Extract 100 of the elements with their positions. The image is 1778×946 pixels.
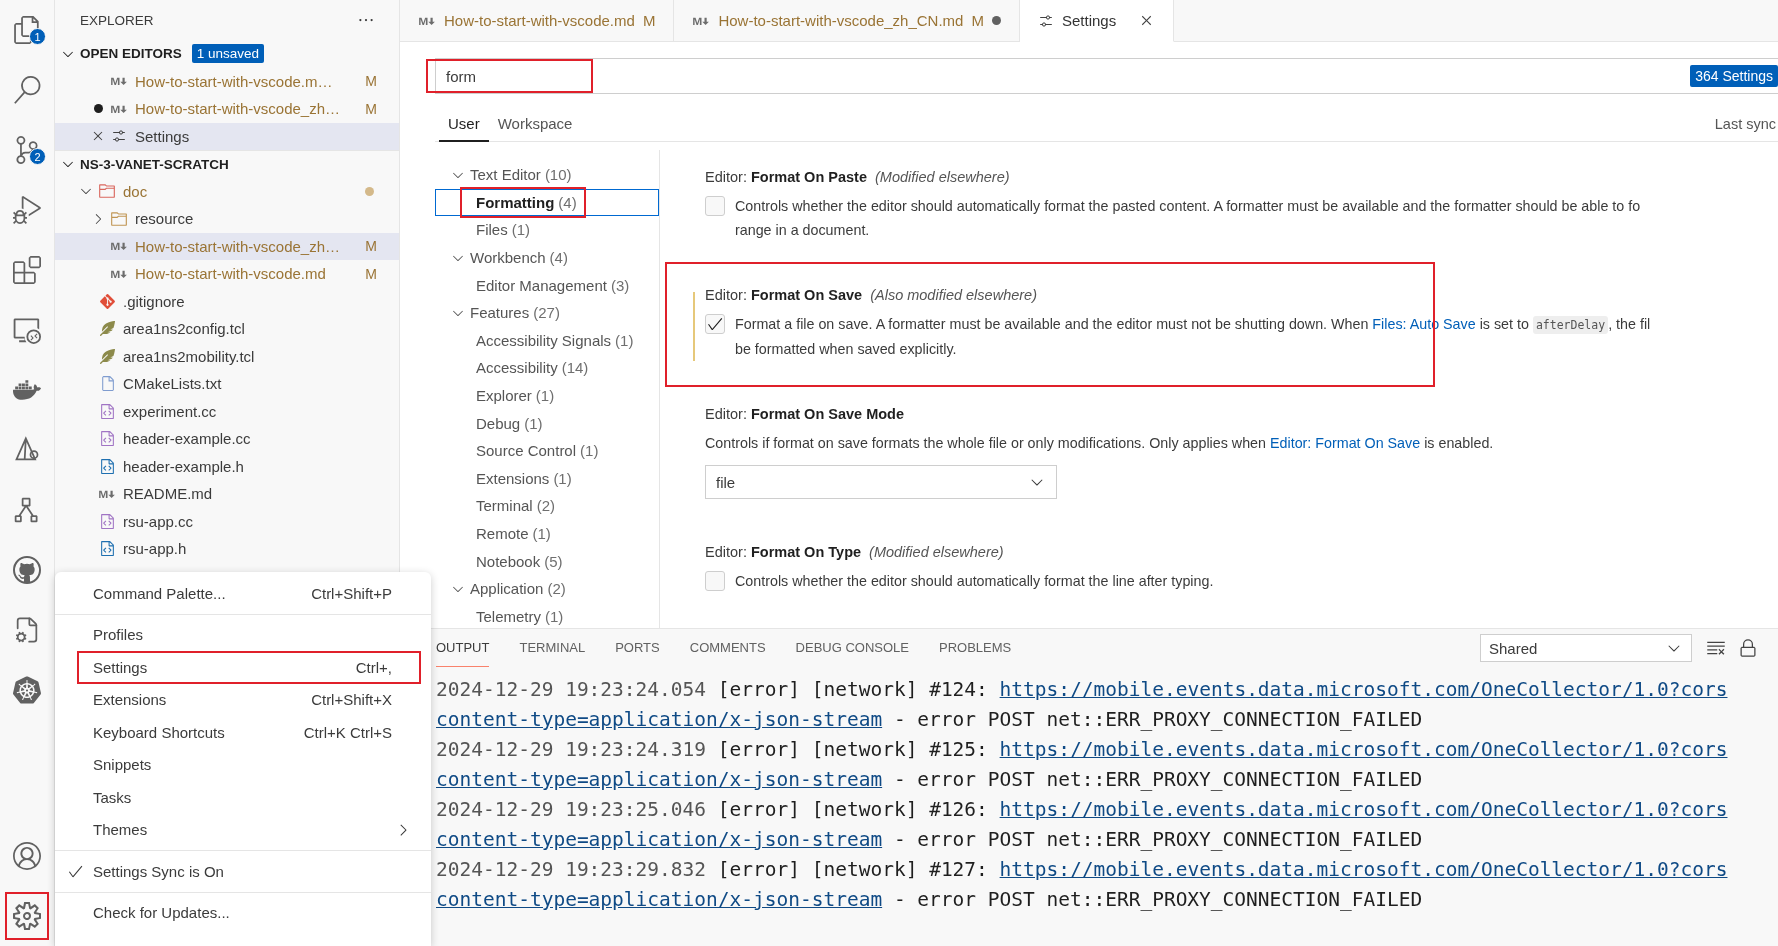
open-editor-item[interactable]: How-to-start-with-vscode.m… M — [55, 67, 399, 95]
menu-item[interactable]: Extensions Ctrl+Shift+X — [55, 683, 431, 716]
file-item[interactable]: area1ns2config.tcl — [55, 315, 399, 343]
git-icon — [98, 292, 116, 310]
log-link[interactable]: https://mobile.events.data.microsoft.com/OneCollector/1.0?cors — [999, 678, 1728, 701]
toc-item[interactable]: Files (1) — [435, 216, 659, 244]
panel-tab[interactable]: OUTPUT — [436, 629, 490, 667]
toc-item[interactable]: Text Editor (10) — [435, 161, 659, 189]
file-item[interactable]: How-to-start-with-vscode_zh… M — [55, 232, 399, 260]
toc-item[interactable]: Workbench (4) — [435, 243, 659, 272]
scope-tab[interactable]: User — [439, 106, 489, 142]
lock-icon[interactable] — [1738, 638, 1758, 658]
log-link[interactable]: https://mobile.events.data.microsoft.com/OneCollector/1.0?cors — [999, 798, 1728, 821]
account-icon[interactable] — [13, 842, 41, 870]
setting-title: Editor: Format On Paste (Modified elsewhere) — [705, 168, 1011, 187]
folder-item[interactable]: doc — [55, 177, 399, 205]
dropdown[interactable]: file — [705, 465, 1057, 499]
panel-tab[interactable]: DEBUG CONSOLE — [795, 629, 909, 667]
toc-item[interactable]: Editor Management (3) — [435, 271, 659, 299]
setting-description: Controls whether the editor should automatically format the line after typing. — [735, 572, 1214, 591]
toc-item[interactable]: Source Control (1) — [435, 436, 659, 465]
file-item[interactable]: area1ns2mobility.tcl — [55, 342, 399, 370]
toc-item[interactable]: Application (2) — [435, 574, 659, 603]
file-item[interactable]: header-example.h — [55, 452, 399, 480]
files-icon[interactable] — [13, 16, 41, 44]
count-badge: 364 Settings — [1690, 65, 1778, 87]
log-link[interactable]: content-type=application/x-json-stream — [436, 708, 883, 731]
setting-title: Editor: Format On Save (Also modified elsewhere) — [705, 286, 1038, 305]
monitor-icon[interactable] — [13, 316, 41, 344]
checkbox[interactable] — [705, 571, 725, 591]
unsaved-badge: 1 unsaved — [191, 44, 265, 64]
log-link[interactable]: content-type=application/x-json-stream — [436, 888, 883, 911]
panel-tab[interactable]: PORTS — [615, 629, 660, 667]
toc-item[interactable]: Accessibility Signals (1) — [435, 326, 659, 355]
file-item[interactable]: rsu-app.cc — [55, 507, 399, 535]
code-file-icon — [98, 540, 116, 558]
menu-item[interactable]: Snippets — [55, 748, 431, 781]
file-item[interactable]: CMakeLists.txt — [55, 370, 399, 398]
toc-item[interactable]: Remote (1) — [435, 519, 659, 548]
file-item[interactable]: README.md — [55, 480, 399, 508]
menu-item[interactable]: Profiles — [55, 618, 431, 651]
section-header[interactable]: NS-3-VANET-SCRATCH — [55, 150, 399, 178]
menu-item[interactable]: Themes — [55, 813, 431, 846]
toc-item[interactable]: Formatting (4) — [435, 188, 659, 217]
menu-item[interactable]: Check for Updates... — [55, 896, 431, 929]
toc-item[interactable]: Extensions (1) — [435, 464, 659, 493]
hierarchy-icon[interactable] — [13, 496, 41, 524]
file-item[interactable]: How-to-start-with-vscode.md M — [55, 260, 399, 288]
sync-status: Last sync — [1714, 115, 1777, 132]
log-line: content-type=application/x-json-stream - error POST net::ERR_PROXY_CONNECTION_FAILED — [436, 887, 1424, 913]
toc-item[interactable]: Debug (1) — [435, 409, 659, 437]
code-file-icon — [98, 457, 116, 475]
folder-item[interactable]: resource — [55, 205, 399, 233]
setting-link[interactable]: Editor: Format On Save — [1270, 435, 1421, 451]
manage-button[interactable] — [5, 892, 49, 940]
helm-wheel-icon[interactable] — [13, 676, 41, 704]
menu-item[interactable]: Command Palette... Ctrl+Shift+P — [55, 577, 431, 610]
file-item[interactable]: rsu-app.h — [55, 535, 399, 563]
channel-dropdown[interactable]: Shared — [1480, 634, 1692, 662]
panel-tab[interactable]: COMMENTS — [689, 629, 766, 667]
log-line: 2024-12-29 19:23:24.319 [error] [network] #125: https://mobile.events.data.microsoft.com/OneCollector/1.0?cors — [436, 737, 1729, 763]
log-link[interactable]: https://mobile.events.data.microsoft.com/OneCollector/1.0?cors — [999, 858, 1728, 881]
panel-tab[interactable]: PROBLEMS — [939, 629, 1012, 667]
log-link[interactable]: content-type=application/x-json-stream — [436, 768, 883, 791]
toc-item[interactable]: Terminal (2) — [435, 492, 659, 520]
blocks-icon[interactable] — [13, 256, 41, 284]
editor-tab[interactable]: Settings — [1019, 0, 1175, 42]
code-file-icon — [98, 402, 116, 420]
toc-item[interactable]: Features (27) — [435, 298, 659, 327]
count-badge: 1 — [29, 28, 46, 45]
play-bug-icon[interactable] — [13, 196, 41, 224]
scope-tab[interactable]: Workspace — [488, 106, 582, 142]
menu-item[interactable]: Settings Sync is On — [55, 855, 431, 888]
log-line: 2024-12-29 19:23:25.046 [error] [network] #126: https://mobile.events.data.microsoft.com/OneCollector/1.0?cors — [436, 797, 1729, 823]
code-file-icon — [98, 430, 116, 448]
file-item[interactable]: .gitignore — [55, 287, 399, 315]
open-editor-item[interactable]: Settings — [55, 122, 399, 150]
search-icon[interactable] — [13, 76, 41, 104]
toc-item[interactable]: Accessibility (14) — [435, 354, 659, 382]
log-link[interactable]: https://mobile.events.data.microsoft.com/OneCollector/1.0?cors — [999, 738, 1728, 761]
checkbox[interactable] — [705, 314, 725, 334]
file-item[interactable]: experiment.cc — [55, 397, 399, 425]
section-header[interactable]: OPEN EDITORS 1 unsaved — [55, 40, 399, 68]
setting-description: Controls whether the editor should automatically format the pasted content. A formatter must be available and the formatter should be able to fo range in a document. — [735, 197, 1641, 240]
folder-icon — [98, 182, 116, 201]
folder-icon — [110, 209, 128, 228]
menu-item[interactable]: Tasks — [55, 781, 431, 814]
setting-title: Editor: Format On Type (Modified elsewhere) — [705, 543, 1005, 562]
checkbox[interactable] — [705, 196, 725, 216]
toc-item[interactable]: Notebook (5) — [435, 547, 659, 575]
count-badge: 2 — [29, 148, 46, 165]
file-item[interactable]: header-example.cc — [55, 425, 399, 453]
toc-item[interactable]: Telemetry (1) — [435, 602, 659, 628]
code-snippet: afterDelay — [1532, 316, 1609, 334]
panel-tab[interactable]: TERMINAL — [519, 629, 586, 667]
log-link[interactable]: content-type=application/x-json-stream — [436, 828, 883, 851]
menu-item[interactable]: Keyboard Shortcuts Ctrl+K Ctrl+S — [55, 716, 431, 749]
open-editor-item[interactable]: How-to-start-with-vscode_zh… M — [55, 95, 399, 123]
toc-item[interactable]: Explorer (1) — [435, 381, 659, 410]
menu-item[interactable]: Settings Ctrl+, — [55, 651, 431, 684]
